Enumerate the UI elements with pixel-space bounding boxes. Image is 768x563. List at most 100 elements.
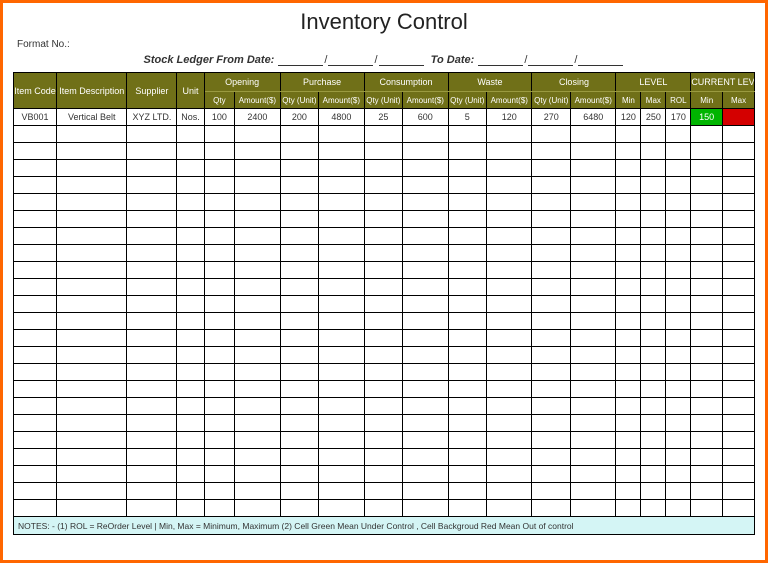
cell-empty (403, 143, 448, 160)
cell-empty (14, 228, 57, 245)
cell-empty (641, 143, 666, 160)
cell-unit: Nos. (177, 109, 204, 126)
cell-empty (235, 483, 280, 500)
cell-empty (14, 500, 57, 517)
cell-empty (280, 279, 319, 296)
cell-empty (319, 381, 364, 398)
cell-empty (487, 449, 532, 466)
cell-empty (641, 432, 666, 449)
cell-empty (319, 126, 364, 143)
cell-empty (616, 126, 641, 143)
cell-empty (177, 296, 204, 313)
cell-supplier: XYZ LTD. (127, 109, 177, 126)
cell-empty (448, 194, 487, 211)
cell-empty (280, 211, 319, 228)
table-row-empty (14, 194, 755, 211)
cell-empty (571, 194, 616, 211)
cell-empty (723, 500, 755, 517)
cell-empty (571, 211, 616, 228)
cell-empty (319, 245, 364, 262)
cell-empty (57, 126, 127, 143)
table-row-empty (14, 347, 755, 364)
cell-empty (666, 364, 691, 381)
cell-empty (177, 126, 204, 143)
cell-empty (691, 228, 723, 245)
cell-empty (280, 381, 319, 398)
cell-empty (57, 279, 127, 296)
cell-empty (487, 126, 532, 143)
cell-empty (14, 330, 57, 347)
cell-empty (280, 194, 319, 211)
cell-empty (127, 330, 177, 347)
cell-empty (403, 228, 448, 245)
col-close-amt: Amount($) (571, 92, 616, 109)
cell-empty (666, 194, 691, 211)
cell-empty (364, 262, 403, 279)
cell-empty (280, 228, 319, 245)
date-line: Stock Ledger From Date: // To Date: // (13, 54, 755, 66)
cell-empty (723, 398, 755, 415)
cell-empty (616, 262, 641, 279)
cell-empty (571, 449, 616, 466)
cell-empty (487, 364, 532, 381)
cell-empty (641, 483, 666, 500)
cell-empty (127, 177, 177, 194)
cell-empty (448, 466, 487, 483)
cell-empty (532, 415, 571, 432)
cell-empty (616, 364, 641, 381)
table-row: VB001Vertical BeltXYZ LTD.Nos.1002400200… (14, 109, 755, 126)
cell-empty (319, 347, 364, 364)
cell-empty (723, 313, 755, 330)
cell-empty (364, 398, 403, 415)
cell-empty (403, 160, 448, 177)
cell-empty (14, 466, 57, 483)
cell-empty (532, 194, 571, 211)
cell-empty (319, 262, 364, 279)
cell-empty (204, 330, 235, 347)
col-pur-amt: Amount($) (319, 92, 364, 109)
cell-empty (571, 160, 616, 177)
cell-empty (14, 415, 57, 432)
cell-empty (723, 177, 755, 194)
cell-lvl_min: 120 (616, 109, 641, 126)
cell-empty (571, 143, 616, 160)
cell-empty (403, 449, 448, 466)
col-cur-min: Min (691, 92, 723, 109)
cell-empty (127, 143, 177, 160)
cell-empty (204, 500, 235, 517)
cell-empty (319, 466, 364, 483)
cell-empty (235, 500, 280, 517)
cell-empty (666, 228, 691, 245)
cell-empty (448, 398, 487, 415)
notes-cell: NOTES: - (1) ROL = ReOrder Level | Min, … (14, 517, 755, 535)
cell-cur_max (723, 109, 755, 126)
cell-empty (235, 245, 280, 262)
cell-empty (571, 279, 616, 296)
cell-empty (127, 466, 177, 483)
cell-empty (235, 160, 280, 177)
cell-empty (204, 432, 235, 449)
col-lvl-rol: ROL (666, 92, 691, 109)
cell-empty (403, 381, 448, 398)
cell-empty (319, 500, 364, 517)
cell-empty (57, 398, 127, 415)
cell-empty (641, 500, 666, 517)
cell-empty (364, 194, 403, 211)
cell-empty (532, 364, 571, 381)
cell-empty (319, 160, 364, 177)
cell-empty (723, 296, 755, 313)
cell-empty (403, 398, 448, 415)
cell-empty (14, 160, 57, 177)
col-item-desc: Item Description (57, 73, 127, 109)
cell-empty (448, 347, 487, 364)
table-row-empty (14, 415, 755, 432)
col-con-qty: Qty (Unit) (364, 92, 403, 109)
table-row-empty (14, 449, 755, 466)
cell-empty (691, 177, 723, 194)
cell-empty (403, 245, 448, 262)
cell-empty (571, 364, 616, 381)
cell-empty (177, 143, 204, 160)
cell-empty (14, 262, 57, 279)
table-row-empty (14, 500, 755, 517)
cell-empty (532, 466, 571, 483)
